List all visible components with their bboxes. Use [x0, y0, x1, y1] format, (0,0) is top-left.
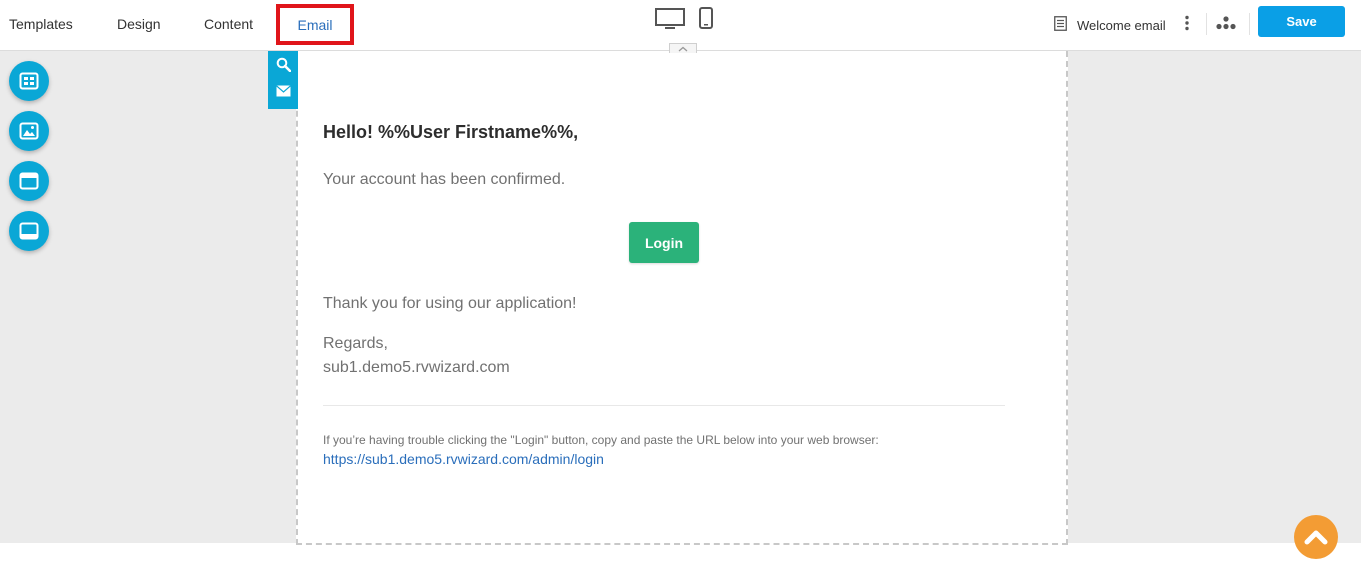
tab-templates[interactable]: Templates	[9, 16, 73, 32]
search-icon	[276, 57, 291, 72]
tab-design[interactable]: Design	[117, 16, 161, 32]
header-icon	[19, 172, 39, 190]
more-options-icon[interactable]	[1183, 15, 1191, 31]
mobile-icon[interactable]	[699, 7, 713, 29]
email-thanks: Thank you for using our application!	[323, 295, 577, 312]
email-regards: Regards,	[323, 335, 388, 352]
email-trouble-text: If you’re having trouble clicking the "L…	[323, 433, 879, 447]
chevron-up-icon	[678, 46, 688, 51]
preview-button[interactable]	[274, 55, 292, 73]
email-divider	[323, 405, 1005, 406]
tab-content[interactable]: Content	[204, 16, 253, 32]
footer-icon	[19, 222, 39, 240]
email-tools	[268, 51, 298, 109]
save-button[interactable]: Save	[1258, 6, 1345, 37]
tab-email-label: Email	[297, 17, 333, 33]
email-greeting: Hello! %%User Firstname%%,	[323, 122, 579, 142]
email-domain: sub1.demo5.rvwizard.com	[323, 359, 510, 376]
tab-email[interactable]: Email	[276, 4, 354, 45]
email-body-text: Your account has been confirmed.	[323, 171, 566, 188]
blocks-button[interactable]	[9, 61, 49, 101]
envelope-icon	[275, 85, 291, 97]
send-test-button[interactable]	[274, 82, 292, 100]
collapse-toggle[interactable]	[669, 43, 697, 53]
chevron-up-icon	[1304, 530, 1328, 545]
share-icon[interactable]	[1216, 16, 1236, 30]
image-icon	[19, 122, 39, 140]
toolbar-divider	[1249, 13, 1250, 35]
login-button[interactable]: Login	[629, 222, 699, 263]
footer-area	[0, 543, 1361, 587]
header-button[interactable]	[9, 161, 49, 201]
desktop-icon[interactable]	[655, 8, 685, 30]
document-icon	[1054, 16, 1067, 31]
scroll-top-button[interactable]	[1294, 515, 1338, 559]
image-button[interactable]	[9, 111, 49, 151]
toolbar-divider	[1206, 13, 1207, 35]
footer-button[interactable]	[9, 211, 49, 251]
blocks-icon	[19, 72, 39, 90]
login-url-link[interactable]: https://sub1.demo5.rvwizard.com/admin/lo…	[323, 451, 604, 467]
document-title: Welcome email	[1077, 18, 1166, 33]
